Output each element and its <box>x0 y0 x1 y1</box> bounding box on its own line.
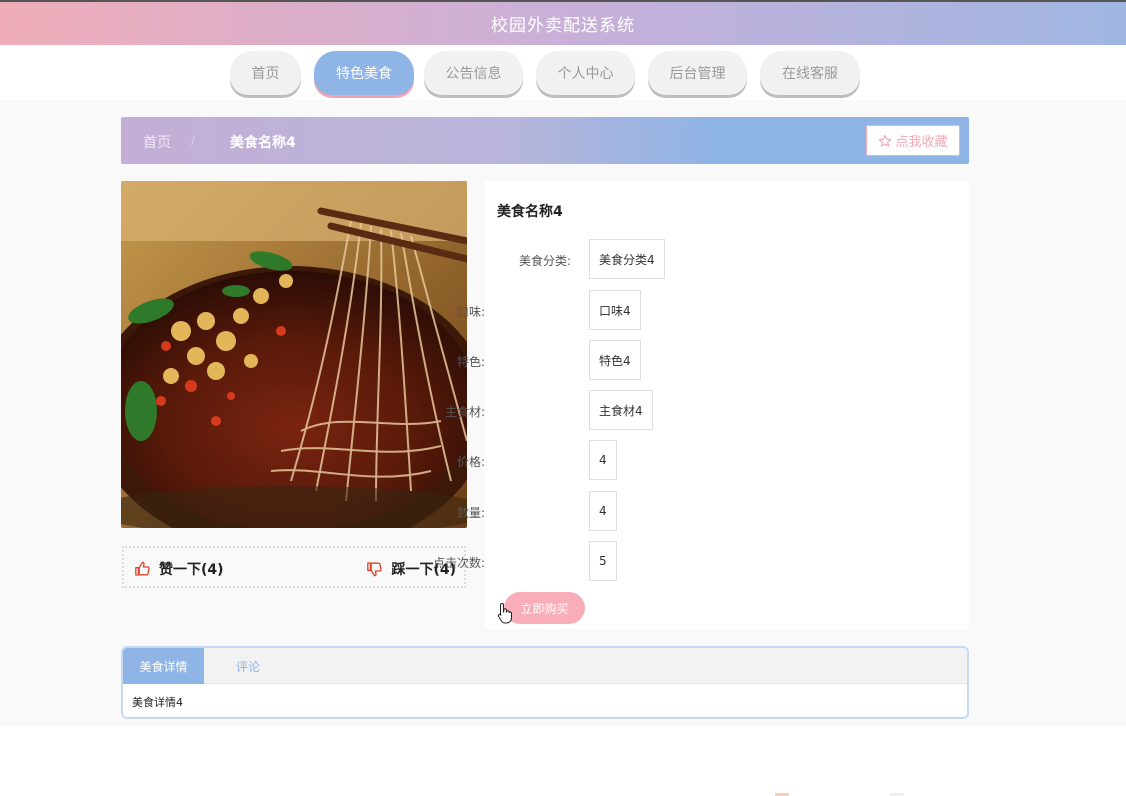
detail-tabs-panel: 美食详情 评论 美食详情4 <box>121 646 969 719</box>
field-value: 5 <box>589 541 617 581</box>
favorite-button-label: 点我收藏 <box>895 135 948 150</box>
like-label: 赞一下(4) <box>159 562 224 578</box>
favorite-button[interactable]: 点我收藏 <box>866 125 960 156</box>
like-button[interactable]: 赞一下(4) <box>134 559 224 579</box>
field-label: 点击次数: <box>432 556 485 570</box>
breadcrumb-home-link[interactable]: 首页 <box>143 132 171 152</box>
breadcrumb-separator: / <box>191 133 196 147</box>
field-value: 美食分类4 <box>589 239 665 279</box>
field-label: 美食分类: <box>518 254 571 268</box>
main-nav: 首页 特色美食 公告信息 个人中心 后台管理 在线客服 <box>0 45 1126 100</box>
breadcrumb-current: 美食名称4 <box>230 135 296 151</box>
nav-tab-featured-food[interactable]: 特色美食 <box>314 51 414 95</box>
field-value: 特色4 <box>589 340 641 380</box>
breadcrumb: 首页 / 美食名称4 点我收藏 <box>121 117 969 164</box>
field-value: 口味4 <box>589 290 641 330</box>
field-value: 4 <box>589 491 617 531</box>
hand-cursor-icon <box>497 602 512 624</box>
food-info-panel: 美食名称4 美食分类: 美食分类4 口味: 口味4 特色: 特色4 主食材: 主… <box>433 181 969 629</box>
faded-footer-element <box>775 793 904 796</box>
nav-tab-home[interactable]: 首页 <box>230 51 301 95</box>
tab-comments[interactable]: 评论 <box>204 648 292 684</box>
detail-content: 美食详情4 <box>132 696 183 709</box>
detail-tab-bar: 美食详情 评论 <box>123 648 967 684</box>
food-name: 美食名称4 <box>497 204 563 220</box>
field-label: 口味: <box>456 305 485 319</box>
nav-tab-personal-center[interactable]: 个人中心 <box>536 51 635 95</box>
field-label: 价格: <box>456 455 485 469</box>
app-title: 校园外卖配送系统 <box>491 16 635 36</box>
field-value: 4 <box>589 440 617 480</box>
field-label: 特色: <box>456 355 485 369</box>
thumbs-up-icon <box>135 561 150 576</box>
nav-tab-admin[interactable]: 后台管理 <box>648 51 747 95</box>
buy-now-button[interactable]: 立即购买 <box>504 592 585 624</box>
field-value: 主食材4 <box>589 390 653 430</box>
tab-food-detail[interactable]: 美食详情 <box>123 648 204 684</box>
thumbs-down-icon <box>367 562 383 577</box>
star-outline-icon <box>879 134 892 147</box>
app-header: 校园外卖配送系统 <box>0 0 1126 45</box>
nav-tab-announcements[interactable]: 公告信息 <box>424 51 523 95</box>
nav-tab-online-service[interactable]: 在线客服 <box>760 51 860 95</box>
field-label: 数量: <box>456 506 485 520</box>
field-label: 主食材: <box>444 405 485 419</box>
